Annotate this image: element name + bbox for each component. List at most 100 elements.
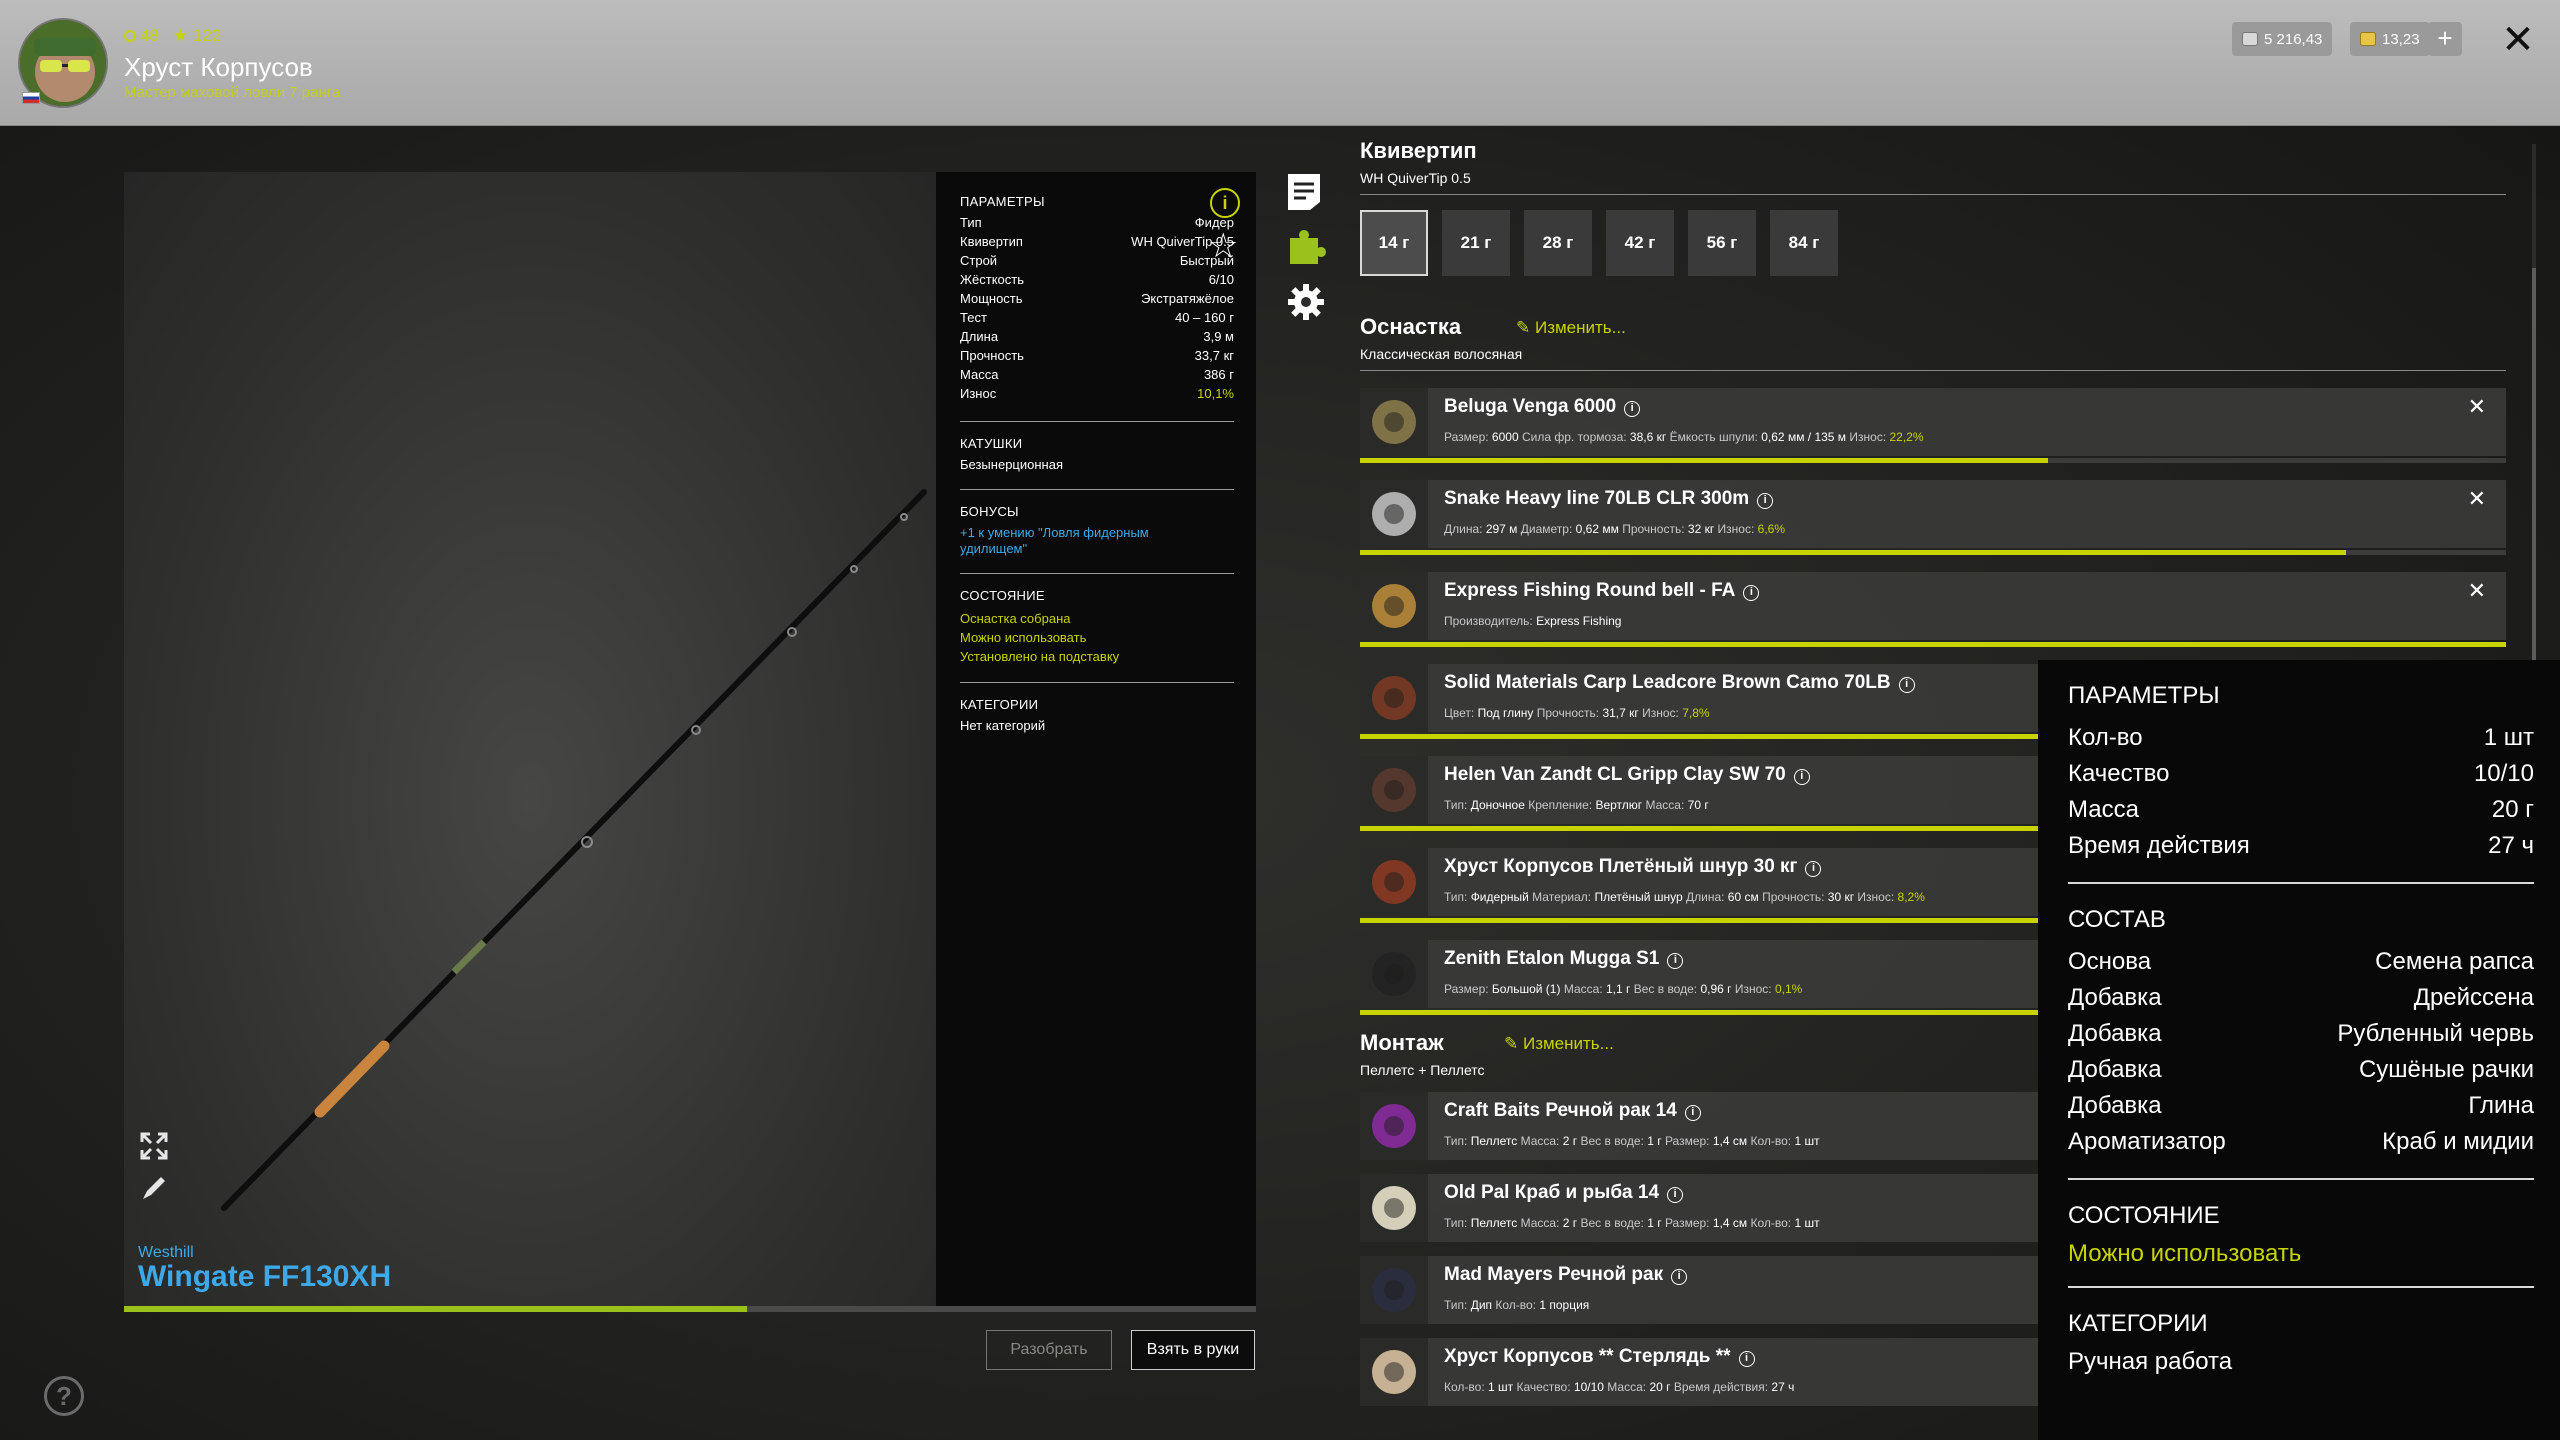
- item-name-text: Zenith Etalon Mugga S1: [1444, 948, 1660, 969]
- info-small-icon[interactable]: i: [1667, 1187, 1684, 1203]
- tackle-item[interactable]: Beluga Venga 6000 i Размер: 6000 Сила фр. …: [1360, 388, 2506, 456]
- meta-value: 10/10: [1573, 1380, 1604, 1394]
- quiver-option-button[interactable]: 84 г: [1770, 210, 1838, 276]
- scrollbar-thumb[interactable]: [2532, 268, 2536, 688]
- meta-label: Масса:: [1520, 1216, 1560, 1230]
- item-name: Хруст Корпусов Плетёный шнур 30 кг i: [1444, 856, 1822, 878]
- meta-label: Вес в воде:: [1633, 982, 1698, 996]
- help-icon[interactable]: ?: [44, 1376, 84, 1416]
- take-in-hands-button[interactable]: Взять в руки: [1131, 1330, 1255, 1370]
- remove-icon[interactable]: ✕: [2468, 486, 2486, 512]
- tooltip-composition-row: Добавка Дрейссена: [2068, 980, 2534, 1016]
- tooltip-composition-row: Добавка Рубленный червь: [2068, 1016, 2534, 1052]
- tooltip-composition-row: Ароматизатор Краб и мидии: [2068, 1124, 2534, 1160]
- item-meta: Длина: 297 м Диаметр: 0,62 мм Прочность:…: [1444, 522, 1785, 536]
- tooltip-param-value: 27 ч: [2488, 832, 2534, 859]
- meta-label: Размер:: [1444, 430, 1489, 444]
- item-name: Beluga Venga 6000 i: [1444, 396, 1641, 418]
- meta-value: 60 см: [1727, 890, 1759, 904]
- favorite-star-icon[interactable]: ☆: [1208, 226, 1238, 266]
- remove-icon[interactable]: ✕: [2468, 578, 2486, 604]
- item-meta: Цвет: Под глину Прочность: 31,7 кг Износ…: [1444, 706, 1710, 720]
- meta-label: Качество:: [1516, 1380, 1571, 1394]
- tooltip-categories-heading: КАТЕГОРИИ: [2068, 1310, 2208, 1337]
- info-small-icon[interactable]: i: [1738, 1351, 1755, 1367]
- gear-icon[interactable]: [1286, 282, 1326, 322]
- pencil-icon[interactable]: [138, 1172, 170, 1212]
- montage-edit-link[interactable]: ✎ Изменить...: [1504, 1034, 1614, 1054]
- meta-value: 8,2%: [1897, 890, 1925, 904]
- item-thumbnail: [1360, 940, 1428, 1008]
- bait-tooltip: ПАРАМЕТРЫ Кол-во 1 шт Качество 10/10 Масса 20…: [2038, 660, 2560, 1440]
- wear-bar: [1360, 458, 2506, 463]
- info-small-icon[interactable]: i: [1793, 769, 1810, 785]
- tooltip-param-row: Кол-во 1 шт: [2068, 720, 2534, 756]
- remove-icon[interactable]: ✕: [2468, 394, 2486, 420]
- meta-value: 32 кг: [1687, 522, 1715, 536]
- meta-label: Износ:: [1642, 706, 1679, 720]
- info-small-icon[interactable]: i: [1684, 1105, 1701, 1121]
- info-small-icon[interactable]: i: [1743, 585, 1760, 601]
- info-icon[interactable]: i: [1210, 188, 1240, 218]
- player-name: Хруст Корпусов: [124, 52, 313, 82]
- meta-label: Размер:: [1664, 1216, 1710, 1230]
- wear-bar-fill: [1360, 642, 2506, 647]
- info-small-icon[interactable]: i: [1805, 861, 1822, 877]
- quiver-option-button[interactable]: 56 г: [1688, 210, 1756, 276]
- divider: [960, 421, 1234, 422]
- param-row: Строй Быстрый: [960, 253, 1234, 272]
- info-small-icon[interactable]: i: [1757, 493, 1774, 509]
- info-small-icon[interactable]: i: [1671, 1269, 1688, 1285]
- meta-label: Масса:: [1563, 982, 1603, 996]
- notes-icon[interactable]: [1286, 172, 1326, 212]
- montage-title: Монтаж: [1360, 1030, 1444, 1055]
- meta-label: Вес в воде:: [1580, 1216, 1644, 1230]
- level-badge: 48: [124, 26, 159, 46]
- quiver-option-button[interactable]: 14 г: [1360, 210, 1428, 276]
- param-label: Длина: [960, 329, 999, 344]
- disassemble-button[interactable]: Разобрать: [986, 1330, 1112, 1370]
- meta-value: 70 г: [1687, 798, 1709, 812]
- tooltip-composition-value: Рубленный червь: [2337, 1020, 2534, 1047]
- meta-label: Износ:: [1717, 522, 1755, 536]
- tooltip-composition-label: Добавка: [2068, 1056, 2162, 1083]
- tooltip-param-row: Масса 20 г: [2068, 792, 2534, 828]
- puzzle-icon[interactable]: [1286, 226, 1326, 266]
- item-thumbnail: [1360, 1256, 1428, 1324]
- quiver-option-button[interactable]: 28 г: [1524, 210, 1592, 276]
- fullscreen-icon[interactable]: [138, 1130, 170, 1170]
- item-name: Хруст Корпусов ** Стерлядь ** i: [1444, 1346, 1755, 1368]
- tackle-item[interactable]: Snake Heavy line 70LB CLR 300m i Длина: 29…: [1360, 480, 2506, 548]
- divider: [960, 489, 1234, 490]
- tackle-item[interactable]: Express Fishing Round bell - FA i Производ…: [1360, 572, 2506, 640]
- meta-value: 27 ч: [1771, 1380, 1795, 1394]
- tooltip-composition-row: Добавка Глина: [2068, 1088, 2534, 1124]
- meta-value: 1 шт: [1794, 1134, 1820, 1148]
- rod-3d-view[interactable]: [124, 172, 936, 1308]
- info-small-icon[interactable]: i: [1624, 401, 1641, 417]
- param-row: Прочность 33,7 кг: [960, 348, 1234, 367]
- item-name: Zenith Etalon Mugga S1 i: [1444, 948, 1684, 970]
- param-label: Квивертип: [960, 234, 1023, 249]
- item-name: Express Fishing Round bell - FA i: [1444, 580, 1760, 602]
- quiver-option-button[interactable]: 21 г: [1442, 210, 1510, 276]
- quiver-option-button[interactable]: 42 г: [1606, 210, 1674, 276]
- meta-label: Длина:: [1444, 522, 1483, 536]
- param-label: Износ: [960, 386, 997, 401]
- add-currency-button[interactable]: +: [2428, 22, 2462, 56]
- info-small-icon[interactable]: i: [1667, 953, 1684, 969]
- meta-value: 297 м: [1485, 522, 1518, 536]
- quiver-subtitle: WH QuiverTip 0.5: [1360, 170, 1471, 186]
- meta-value: Доночное: [1470, 798, 1525, 812]
- param-label: Тест: [960, 310, 987, 325]
- item-thumbnail: [1360, 572, 1428, 640]
- tackle-edit-link[interactable]: ✎ Изменить...: [1516, 318, 1626, 338]
- player-stats: 48 ★ 122: [124, 26, 221, 46]
- tooltip-params: Кол-во 1 шт Качество 10/10 Масса 20 г Время де…: [2068, 720, 2534, 864]
- item-name-text: Old Pal Краб и рыба 14: [1444, 1182, 1660, 1203]
- item-meta: Размер: 6000 Сила фр. тормоза: 38,6 кг Ё…: [1444, 430, 1924, 444]
- state-item: Установлено на подставку: [960, 649, 1120, 664]
- close-icon[interactable]: ✕: [2496, 18, 2540, 62]
- meta-label: Материал:: [1532, 890, 1592, 904]
- info-small-icon[interactable]: i: [1898, 677, 1915, 693]
